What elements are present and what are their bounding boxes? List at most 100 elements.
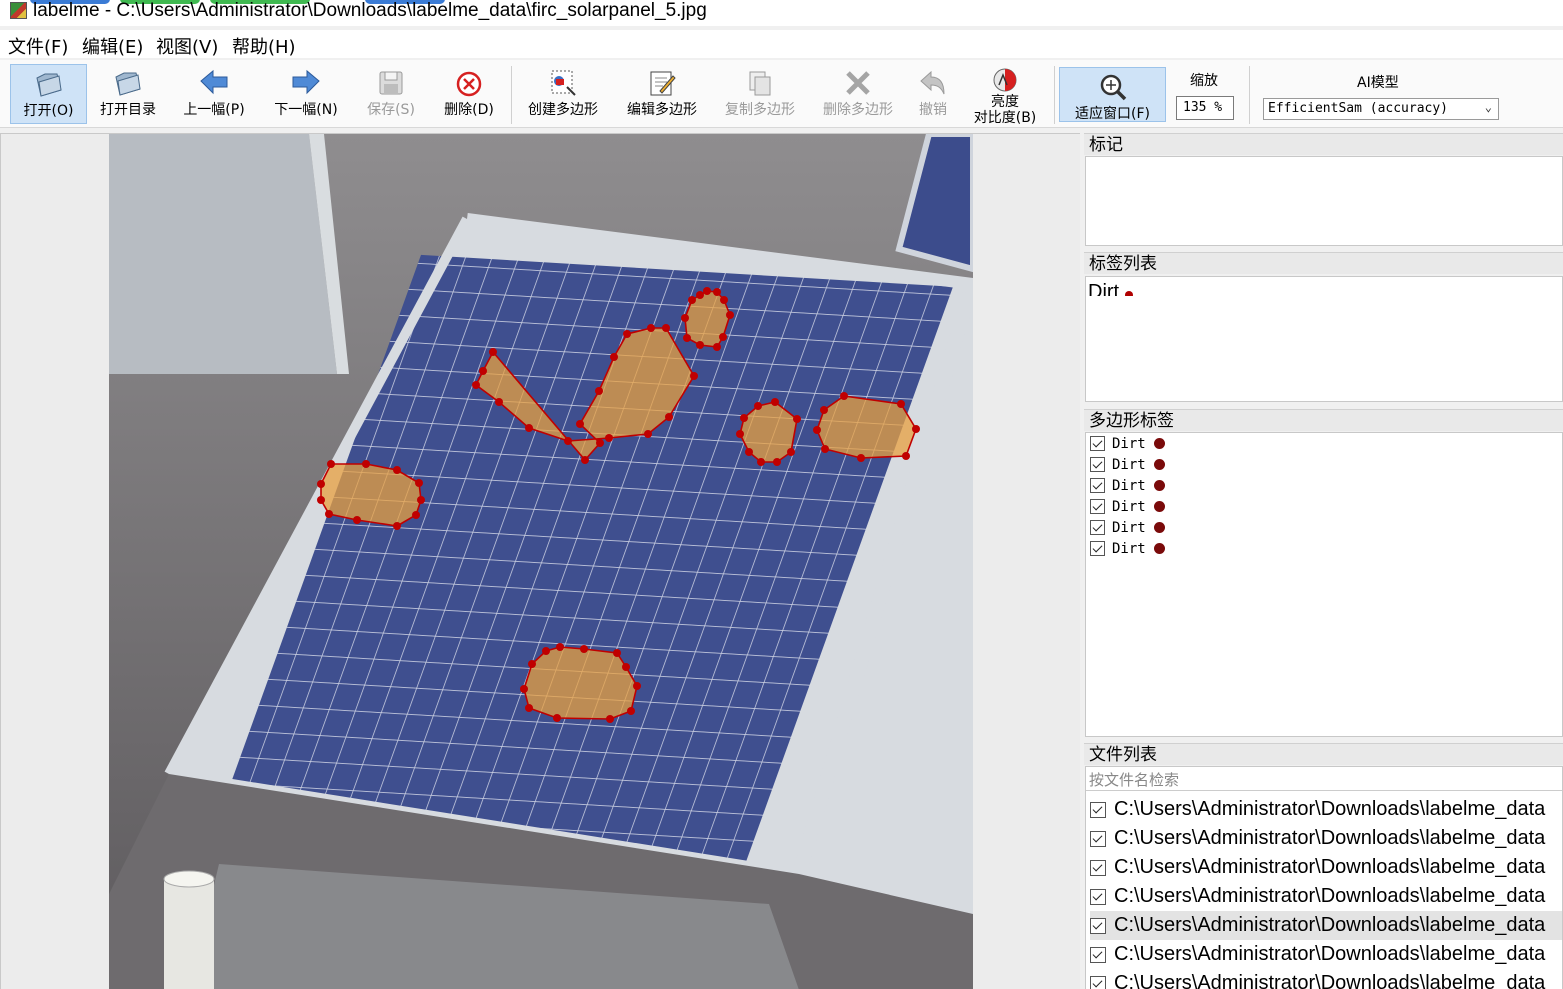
polygon-vertex[interactable] — [362, 460, 370, 468]
polygon-vertex[interactable] — [754, 402, 762, 410]
polygon-vertex[interactable] — [757, 458, 765, 466]
file-list-item[interactable]: C:\Users\Administrator\Downloads\labelme… — [1090, 853, 1562, 882]
polygon-vertex[interactable] — [317, 496, 325, 504]
polygon-vertex[interactable] — [726, 311, 734, 319]
polygon-vertex[interactable] — [681, 314, 689, 322]
checkbox-checked[interactable] — [1090, 478, 1105, 493]
polygon-vertex[interactable] — [745, 448, 753, 456]
polygon-label-row[interactable]: Dirt — [1090, 517, 1165, 538]
polygon-label-row[interactable]: Dirt — [1090, 433, 1165, 454]
polygon-vertex[interactable] — [605, 434, 613, 442]
next-image-button[interactable]: 下一幅(N) — [270, 64, 342, 124]
polygon-label-row[interactable]: Dirt — [1090, 496, 1165, 517]
polygon-vertex[interactable] — [417, 496, 425, 504]
polygon-vertex[interactable] — [713, 343, 721, 351]
polygon-vertex[interactable] — [623, 330, 631, 338]
checkbox-checked[interactable] — [1090, 946, 1106, 963]
delete-polygon-button[interactable]: 删除多边形 — [816, 64, 900, 124]
polygon-vertex[interactable] — [528, 660, 536, 668]
polygon-vertex[interactable] — [912, 425, 920, 433]
polygon-vertex[interactable] — [393, 466, 401, 474]
polygon-labels-list[interactable]: Dirt Dirt Dirt Dirt Dirt Dirt — [1085, 432, 1563, 737]
polygon-vertex[interactable] — [622, 663, 630, 671]
checkbox-checked[interactable] — [1090, 888, 1106, 905]
checkbox-checked[interactable] — [1090, 859, 1106, 876]
canvas-area[interactable] — [0, 133, 1080, 989]
polygon-vertex[interactable] — [627, 707, 635, 715]
edit-polygon-button[interactable]: 编辑多边形 — [620, 64, 704, 124]
polygon-vertex[interactable] — [813, 426, 821, 434]
open-dir-button[interactable]: 打开目录 — [95, 64, 161, 124]
polygon-vertex[interactable] — [542, 647, 550, 655]
file-list-item-selected[interactable]: C:\Users\Administrator\Downloads\labelme… — [1090, 911, 1562, 940]
polygon-vertex[interactable] — [327, 460, 335, 468]
polygon-label-row[interactable]: Dirt — [1090, 538, 1165, 559]
polygon-vertex[interactable] — [489, 348, 497, 356]
polygon-vertex[interactable] — [665, 413, 673, 421]
undo-button[interactable]: 撤销 — [912, 64, 954, 124]
flags-list[interactable] — [1085, 156, 1563, 246]
polygon-vertex[interactable] — [581, 456, 589, 464]
save-button[interactable]: 保存(S) — [362, 64, 420, 124]
checkbox-checked[interactable] — [1090, 499, 1105, 514]
polygon-vertex[interactable] — [525, 704, 533, 712]
menu-help[interactable]: 帮助(H) — [232, 33, 296, 59]
delete-file-button[interactable]: 删除(D) — [440, 64, 498, 124]
polygon-label-row[interactable]: Dirt — [1090, 454, 1165, 475]
polygon-vertex[interactable] — [580, 645, 588, 653]
polygon-vertex[interactable] — [771, 398, 779, 406]
polygon-vertex[interactable] — [520, 685, 528, 693]
polygon-vertex[interactable] — [613, 649, 621, 657]
polygon-vertex[interactable] — [662, 324, 670, 332]
polygon-vertex[interactable] — [696, 291, 704, 299]
menu-edit[interactable]: 编辑(E) — [82, 33, 143, 59]
label-list-item[interactable]: Dirt — [1088, 281, 1134, 296]
polygon-vertex[interactable] — [857, 454, 865, 462]
polygon-vertex[interactable] — [595, 387, 603, 395]
polygon-vertex[interactable] — [644, 430, 652, 438]
polygon-vertex[interactable] — [633, 682, 641, 690]
polygon-vertex[interactable] — [606, 715, 614, 723]
polygon-vertex[interactable] — [821, 445, 829, 453]
file-list-item[interactable]: C:\Users\Administrator\Downloads\labelme… — [1090, 969, 1562, 989]
checkbox-checked[interactable] — [1090, 975, 1106, 989]
polygon-vertex[interactable] — [740, 414, 748, 422]
image-canvas[interactable] — [109, 134, 973, 989]
polygon-vertex[interactable] — [713, 288, 721, 296]
polygon-vertex[interactable] — [564, 437, 572, 445]
open-button[interactable]: 打开(O) — [10, 64, 87, 124]
polygon-vertex[interactable] — [703, 287, 711, 295]
checkbox-checked[interactable] — [1090, 830, 1106, 847]
dirt-polygon[interactable] — [523, 646, 638, 720]
file-list-item[interactable]: C:\Users\Administrator\Downloads\labelme… — [1090, 940, 1562, 969]
file-list-item[interactable]: C:\Users\Administrator\Downloads\labelme… — [1090, 882, 1562, 911]
polygon-vertex[interactable] — [525, 424, 533, 432]
polygon-vertex[interactable] — [479, 367, 487, 375]
polygon-vertex[interactable] — [773, 458, 781, 466]
checkbox-checked[interactable] — [1090, 436, 1105, 451]
checkbox-checked[interactable] — [1090, 457, 1105, 472]
polygon-vertex[interactable] — [556, 643, 564, 651]
polygon-vertex[interactable] — [736, 430, 744, 438]
checkbox-checked[interactable] — [1090, 801, 1106, 818]
polygon-vertex[interactable] — [820, 406, 828, 414]
file-list-item[interactable]: C:\Users\Administrator\Downloads\labelme… — [1090, 824, 1562, 853]
menu-view[interactable]: 视图(V) — [156, 33, 218, 59]
polygon-vertex[interactable] — [902, 452, 910, 460]
polygon-vertex[interactable] — [696, 341, 704, 349]
polygon-vertex[interactable] — [720, 296, 728, 304]
checkbox-checked[interactable] — [1090, 541, 1105, 556]
polygon-vertex[interactable] — [325, 510, 333, 518]
polygon-vertex[interactable] — [576, 420, 584, 428]
polygon-vertex[interactable] — [596, 439, 604, 447]
polygon-vertex[interactable] — [353, 516, 361, 524]
polygon-vertex[interactable] — [610, 353, 618, 361]
polygon-vertex[interactable] — [683, 334, 691, 342]
polygon-vertex[interactable] — [412, 511, 420, 519]
polygon-vertex[interactable] — [393, 522, 401, 530]
polygon-vertex[interactable] — [495, 398, 503, 406]
checkbox-checked[interactable] — [1090, 917, 1106, 934]
polygon-vertex[interactable] — [719, 333, 727, 341]
polygon-label-row[interactable]: Dirt — [1090, 475, 1165, 496]
checkbox-checked[interactable] — [1090, 520, 1105, 535]
